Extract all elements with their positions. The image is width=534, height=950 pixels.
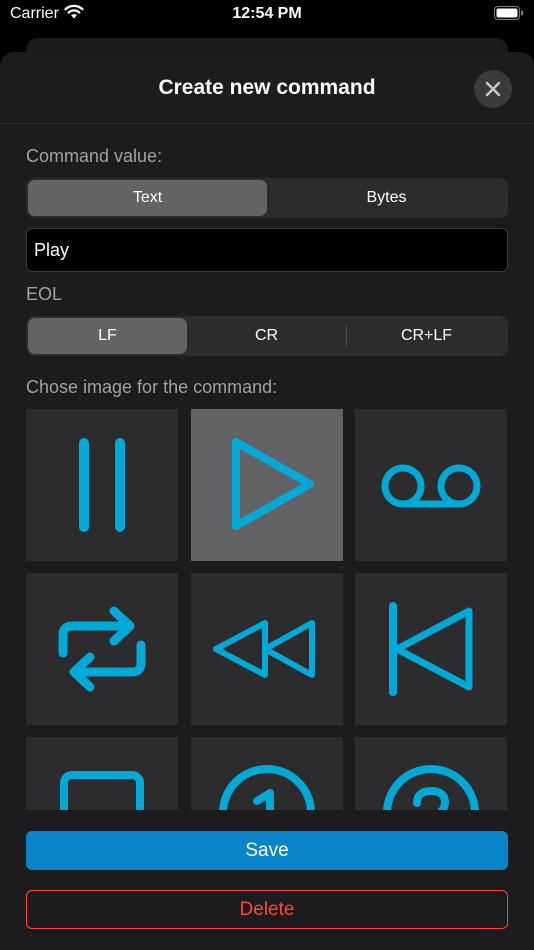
segment-cr[interactable]: CR	[187, 318, 346, 354]
eol-label: EOL	[26, 284, 63, 304]
page-title: Create new command	[158, 76, 376, 99]
image-tile-repeat[interactable]	[26, 573, 178, 725]
modal-sheet: Create new command Command value: Text B…	[0, 52, 534, 950]
clock: 12:54 PM	[232, 5, 302, 22]
image-picker-label: Chose image for the command:	[26, 377, 278, 397]
image-tile-stop[interactable]	[26, 737, 178, 810]
stop-icon	[60, 771, 144, 810]
segment-lf[interactable]: LF	[28, 318, 187, 354]
battery-icon	[494, 6, 524, 25]
image-tile-number-2[interactable]	[355, 737, 507, 810]
eol-segmented-control: LF CR CR+LF	[26, 316, 508, 356]
command-value-input[interactable]: Play	[26, 228, 508, 272]
image-tile-rewind[interactable]	[191, 573, 343, 725]
close-button[interactable]	[474, 70, 512, 108]
image-tile-number-1[interactable]	[191, 737, 343, 810]
pause-icon	[79, 438, 125, 532]
status-bar: Carrier 12:54 PM	[0, 0, 534, 30]
voicemail-icon	[381, 464, 481, 508]
image-tile-voicemail[interactable]	[355, 409, 507, 561]
close-icon	[485, 81, 501, 97]
number-2-icon	[383, 765, 479, 810]
image-tile-play[interactable]	[191, 409, 343, 561]
delete-button[interactable]: Delete	[26, 890, 508, 929]
command-value-label: Command value:	[26, 146, 163, 166]
segment-bytes[interactable]: Bytes	[267, 180, 506, 216]
play-icon	[232, 438, 314, 530]
image-grid	[26, 409, 508, 810]
segment-text[interactable]: Text	[28, 180, 267, 216]
save-button[interactable]: Save	[26, 831, 508, 870]
number-1-icon	[219, 765, 315, 810]
image-tile-skip-back[interactable]	[355, 573, 507, 725]
image-tile-pause[interactable]	[26, 409, 178, 561]
skip-back-icon	[389, 602, 473, 696]
rewind-icon	[213, 620, 315, 678]
segment-crlf[interactable]: CR+LF	[347, 318, 506, 354]
command-value-segmented-control: Text Bytes	[26, 178, 508, 218]
sheet-header: Create new command	[0, 52, 534, 124]
repeat-icon	[58, 606, 146, 692]
